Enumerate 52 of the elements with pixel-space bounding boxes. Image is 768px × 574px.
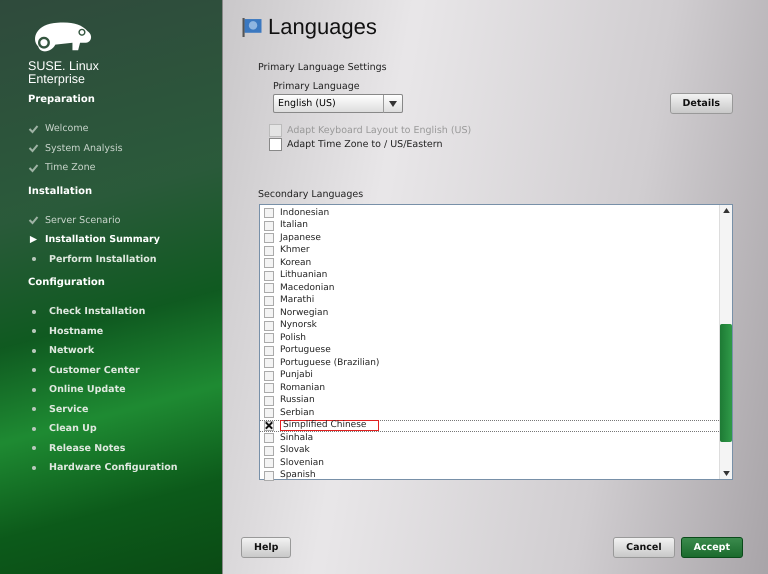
list-item[interactable]: Russian: [280, 395, 315, 406]
field-label: Primary Language: [273, 81, 361, 92]
group-label: Secondary Languages: [258, 189, 364, 200]
cancel-button[interactable]: Cancel: [613, 537, 675, 558]
details-button[interactable]: Details: [670, 93, 733, 114]
list-item[interactable]: Slovak: [280, 445, 310, 456]
step-label: Time Zone: [45, 162, 96, 174]
list-item[interactable]: Khmer: [280, 245, 310, 256]
group-label: Primary Language Settings: [258, 62, 388, 73]
step-label: Check Installation: [49, 306, 146, 318]
step-label: Online Update: [49, 384, 126, 396]
list-item[interactable]: Macedonian: [280, 282, 334, 294]
list-item[interactable]: Marathi: [280, 295, 314, 306]
checkbox-label: Adapt Time Zone to / US/Eastern: [287, 138, 442, 150]
list-item[interactable]: Slovenian: [280, 458, 324, 469]
list-item[interactable]: Spanish: [280, 470, 316, 482]
step-label: Release Notes: [49, 442, 126, 454]
section-heading: Installation: [28, 186, 94, 196]
step-label: Server Scenario: [45, 214, 120, 226]
list-item[interactable]: Romanian: [280, 382, 326, 394]
step-label: Perform Installation: [49, 254, 157, 265]
list-item[interactable]: Polish: [280, 332, 306, 344]
list-item[interactable]: Nynorsk: [280, 320, 317, 332]
step-label: System Analysis: [45, 142, 123, 154]
list-item[interactable]: Sinhala: [280, 432, 314, 444]
list-item[interactable]: Punjabi: [280, 370, 313, 382]
step-label: Hostname: [49, 326, 104, 337]
step-label: Clean Up: [49, 423, 97, 434]
help-button[interactable]: Help: [241, 537, 292, 558]
checkbox-label: Adapt Keyboard Layout to English (US): [287, 124, 472, 136]
page-title: Languages: [268, 14, 377, 40]
list-item[interactable]: Norwegian: [280, 308, 328, 319]
step-label: Customer Center: [49, 364, 140, 376]
step-label: Installation Summary: [45, 234, 160, 246]
step-label: Hardware Configuration: [49, 462, 178, 474]
section-heading: Configuration: [28, 277, 106, 288]
section-heading: Preparation: [28, 94, 96, 105]
list-item[interactable]: Italian: [280, 220, 308, 232]
list-item[interactable]: Portuguese (Brazilian): [280, 358, 380, 369]
accept-button[interactable]: Accept: [680, 537, 743, 558]
list-item[interactable]: Lithuanian: [280, 270, 328, 282]
list-item[interactable]: Portuguese: [280, 345, 331, 356]
list-item[interactable]: Korean: [280, 258, 312, 269]
list-item[interactable]: Simplified Chinese: [280, 420, 380, 432]
step-label: Network: [49, 345, 94, 356]
list-item[interactable]: Indonesian: [280, 208, 330, 219]
list-item[interactable]: Japanese: [280, 232, 321, 244]
list-item[interactable]: Serbian: [280, 408, 314, 419]
language-dropdown[interactable]: English (US): [273, 94, 403, 113]
step-label: Welcome: [45, 123, 88, 134]
step-label: Service: [49, 404, 88, 415]
product-name: SUSE. Linux Enterprise: [28, 60, 100, 86]
